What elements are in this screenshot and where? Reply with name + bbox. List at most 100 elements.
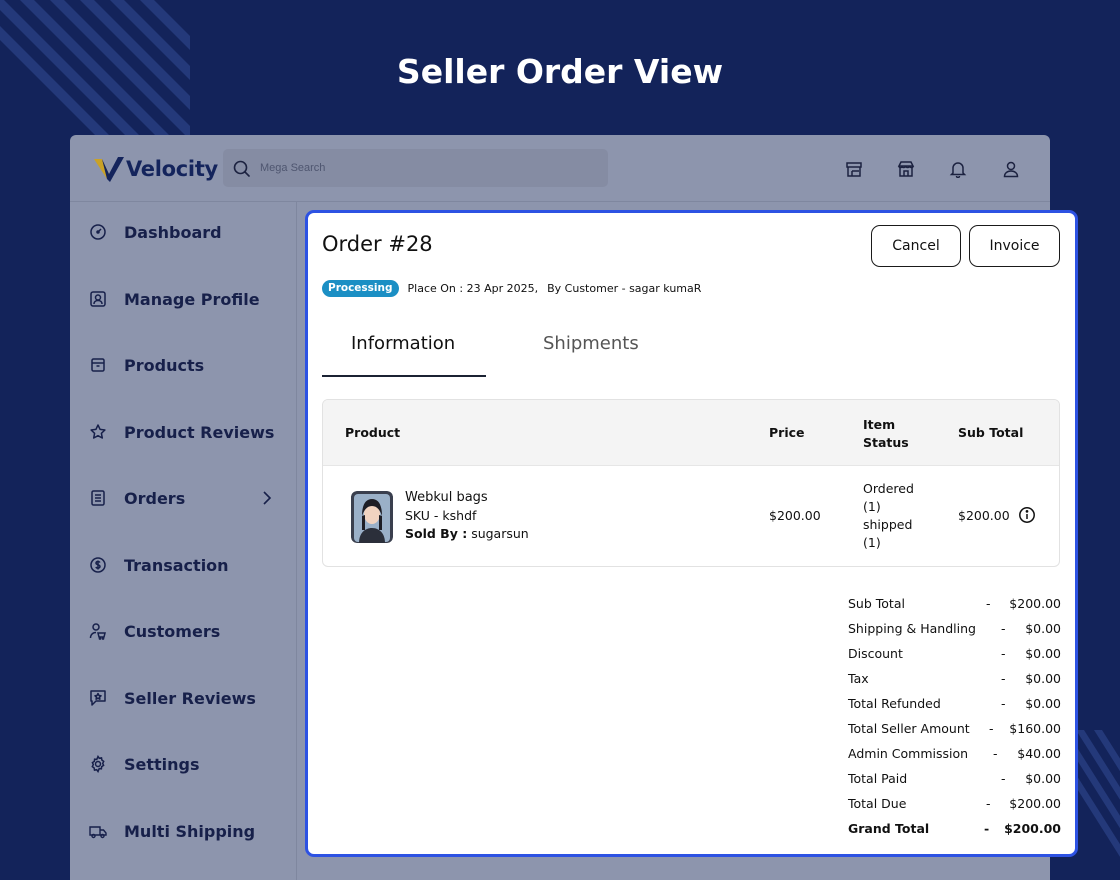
search-icon	[233, 160, 250, 177]
user-icon	[1003, 161, 1019, 178]
shop-icon	[897, 161, 915, 177]
sidebar-item-label: Products	[124, 355, 205, 375]
gear-icon	[88, 754, 108, 774]
summary-row: Total Paid - $0.00	[848, 771, 1061, 791]
column-header-item-status: Item Status	[863, 417, 909, 450]
column-header-product: Product	[345, 425, 401, 440]
sidebar-item-product-reviews[interactable]: Product Reviews	[70, 412, 297, 452]
sidebar-item-products[interactable]: Products	[70, 345, 297, 385]
sidebar-item-label: Seller Reviews	[124, 688, 256, 708]
summary-value: $200.00	[1009, 796, 1061, 811]
truck-icon	[88, 821, 108, 841]
shop-button[interactable]	[894, 157, 918, 181]
sidebar-item-label: Manage Profile	[124, 289, 260, 309]
summary-separator: -	[1001, 621, 1006, 636]
customer-text: By Customer - sagar kumaR	[547, 281, 702, 295]
sidebar-item-label: Multi Shipping	[124, 821, 256, 841]
column-header-sub-total: Sub Total	[958, 425, 1024, 440]
item-status-shipped: shipped	[863, 517, 913, 532]
store-button[interactable]	[842, 157, 866, 181]
table-header: Product Price Item Status Sub Total	[323, 400, 1059, 466]
summary-row: Total Seller Amount - $160.00	[848, 721, 1061, 741]
item-subtotal: $200.00	[958, 508, 1010, 523]
sidebar-item-dashboard[interactable]: Dashboard	[70, 212, 297, 252]
tab-shipments[interactable]: Shipments	[543, 333, 639, 354]
profile-icon	[88, 289, 108, 309]
customers-icon	[88, 621, 108, 641]
store-icon	[846, 162, 862, 177]
star-icon	[88, 422, 108, 442]
column-header-price: Price	[769, 425, 805, 440]
sidebar-item-customers[interactable]: Customers	[70, 611, 297, 651]
sidebar-item-label: Orders	[124, 488, 186, 508]
sidebar-item-label: Product Reviews	[124, 422, 275, 442]
search-bar[interactable]	[223, 149, 608, 187]
orders-icon	[88, 488, 108, 508]
summary-value: $0.00	[1025, 621, 1061, 636]
review-icon	[88, 688, 108, 708]
search-input[interactable]	[260, 162, 560, 174]
summary-separator: -	[986, 596, 991, 611]
summary-separator: -	[993, 746, 998, 761]
item-price: $200.00	[769, 508, 821, 523]
user-button[interactable]	[999, 157, 1023, 181]
sold-by-label: Sold By :	[405, 526, 468, 541]
summary-separator: -	[1001, 646, 1006, 661]
summary-separator: -	[1001, 696, 1006, 711]
active-tab-indicator	[322, 375, 486, 377]
summary-row: Tax - $0.00	[848, 671, 1061, 691]
summary-row: Admin Commission - $40.00	[848, 746, 1061, 766]
order-detail-panel: Order #28 Cancel Invoice Processing Plac…	[305, 210, 1078, 857]
item-status-shipped-qty: (1)	[863, 535, 881, 550]
summary-row-grand-total: Grand Total - $200.00	[848, 821, 1061, 841]
dollar-icon	[88, 555, 108, 575]
summary-label: Discount	[848, 646, 903, 661]
sidebar-item-manage-profile[interactable]: Manage Profile	[70, 279, 297, 319]
brand-logo[interactable]: Velocity	[94, 153, 218, 185]
summary-value: $0.00	[1025, 671, 1061, 686]
order-title: Order #28	[322, 232, 433, 256]
chevron-right-icon	[263, 491, 272, 505]
summary-separator: -	[984, 821, 990, 836]
sold-by: Sold By : sugarsun	[405, 525, 529, 543]
sidebar-item-label: Customers	[124, 621, 221, 641]
sidebar: Dashboard Manage Profile Products Produc…	[70, 202, 297, 880]
summary-label: Grand Total	[848, 821, 930, 836]
summary-value: $200.00	[1009, 596, 1061, 611]
summary-label: Admin Commission	[848, 746, 969, 761]
sidebar-item-orders[interactable]: Orders	[70, 478, 297, 518]
product-thumbnail[interactable]	[351, 491, 393, 543]
page-title: Seller Order View	[396, 52, 724, 91]
summary-value: $0.00	[1025, 696, 1061, 711]
notifications-button[interactable]	[946, 157, 970, 181]
bell-icon	[949, 162, 967, 178]
brand-name: Velocity	[126, 157, 218, 181]
sidebar-item-settings[interactable]: Settings	[70, 744, 297, 784]
item-status-ordered: Ordered	[863, 481, 914, 496]
summary-row: Total Refunded - $0.00	[848, 696, 1061, 716]
cancel-button[interactable]: Cancel	[871, 225, 961, 267]
sidebar-item-transaction[interactable]: Transaction	[70, 545, 297, 585]
summary-value: $40.00	[1017, 746, 1061, 761]
summary-value: $0.00	[1025, 771, 1061, 786]
velocity-logo-icon	[94, 157, 124, 182]
product-sku: SKU - kshdf	[405, 508, 477, 523]
invoice-button[interactable]: Invoice	[969, 225, 1060, 267]
summary-row: Discount - $0.00	[848, 646, 1061, 666]
product-name: Webkul bags	[405, 490, 488, 505]
order-meta: Processing Place On : 23 Apr 2025, By Cu…	[322, 279, 701, 297]
order-items-table: Product Price Item Status Sub Total Webk…	[322, 399, 1060, 567]
tab-information[interactable]: Information	[351, 333, 455, 354]
info-icon[interactable]	[1018, 506, 1036, 524]
summary-label: Shipping & Handling	[848, 621, 976, 636]
seller-name: sugarsun	[471, 526, 529, 541]
summary-value: $160.00	[1009, 721, 1061, 736]
summary-label: Total Refunded	[848, 696, 941, 711]
dashboard-icon	[88, 222, 108, 242]
sidebar-item-label: Settings	[124, 754, 200, 774]
summary-label: Total Paid	[848, 771, 908, 786]
sidebar-item-multi-shipping[interactable]: Multi Shipping	[70, 811, 297, 851]
sidebar-item-seller-reviews[interactable]: Seller Reviews	[70, 678, 297, 718]
status-badge: Processing	[322, 279, 399, 297]
sidebar-item-label: Dashboard	[124, 222, 222, 242]
